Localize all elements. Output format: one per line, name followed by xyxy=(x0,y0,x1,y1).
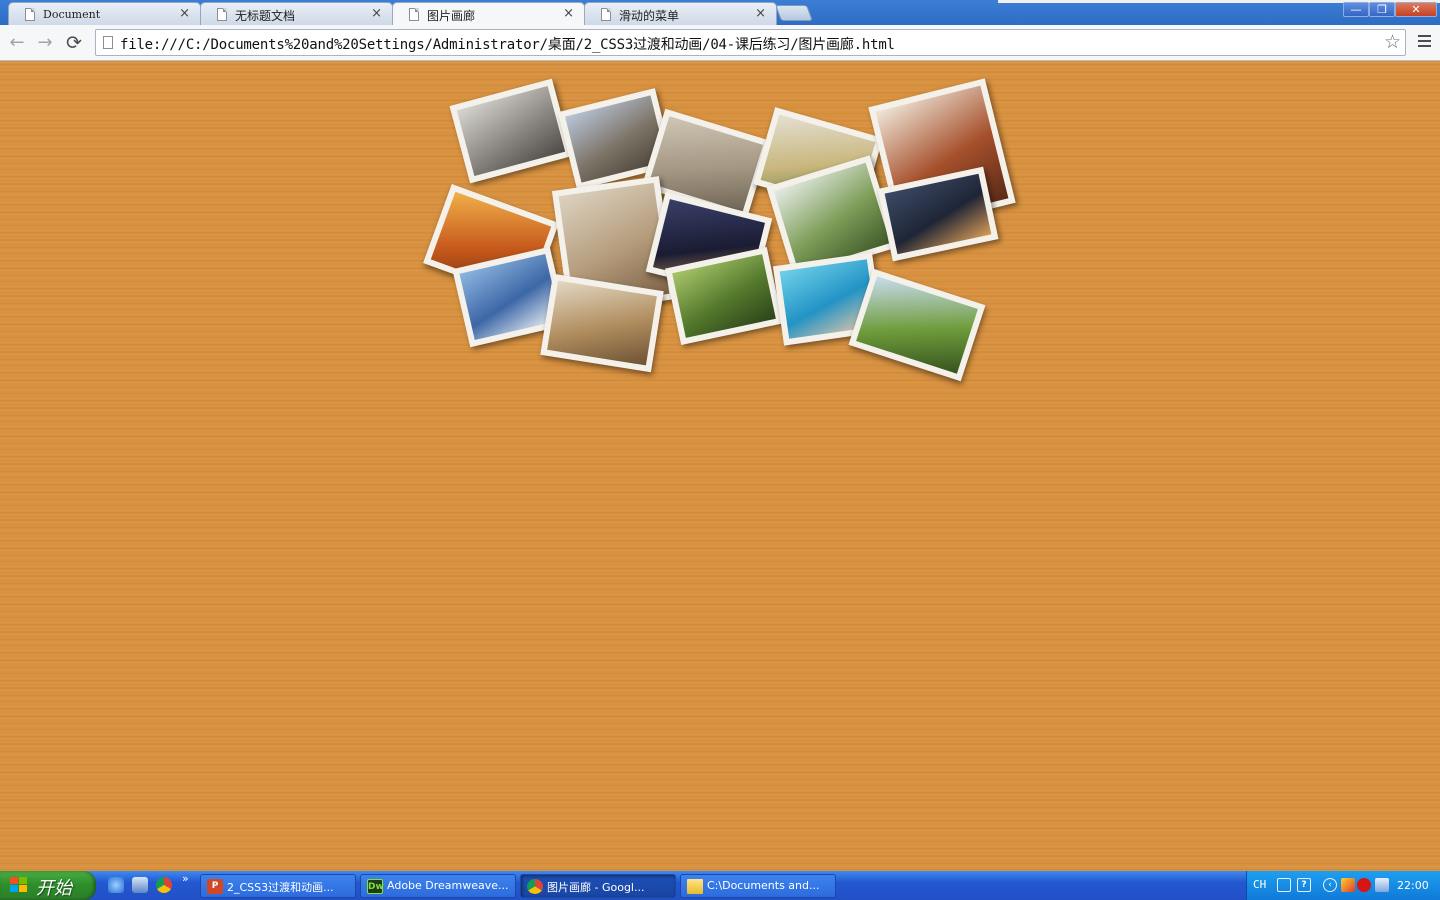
record-tray-icon[interactable] xyxy=(1357,878,1371,892)
page-icon xyxy=(217,8,227,21)
close-icon[interactable]: × xyxy=(179,6,190,21)
taskbar-item-dreamweaver[interactable]: Dw Adobe Dreamweave... xyxy=(360,874,516,898)
gallery-photo-green-meadow-hills[interactable] xyxy=(848,268,986,382)
start-label: 开始 xyxy=(36,878,72,899)
page-icon xyxy=(25,8,35,21)
chevron-left-icon[interactable]: ‹ xyxy=(1323,878,1337,892)
back-button[interactable]: ← xyxy=(7,33,27,53)
photo-gallery xyxy=(0,61,1440,461)
maximize-button[interactable]: ❐ xyxy=(1369,2,1395,17)
taskbar-item-label: 2_CSS3过渡和动画... xyxy=(227,881,334,894)
tab-label: 无标题文档 xyxy=(235,9,296,23)
photo-image xyxy=(856,276,978,374)
tab-untitled[interactable]: 无标题文档 × xyxy=(200,2,393,25)
start-button[interactable]: 开始 xyxy=(0,871,96,900)
taskbar-item-label: C:\Documents and... xyxy=(707,879,820,892)
new-tab-button[interactable] xyxy=(775,5,813,21)
windows-logo-icon xyxy=(10,877,28,894)
close-window-button[interactable]: ✕ xyxy=(1395,2,1437,17)
taskbar-item-chrome[interactable]: 图片画廊 - Googl... xyxy=(520,874,676,898)
address-url[interactable]: file:///C:/Documents%20and%20Settings/Ad… xyxy=(120,34,895,54)
forward-button[interactable]: → xyxy=(35,33,55,53)
tab-document[interactable]: Document × xyxy=(8,2,201,25)
tab-strip: Document × 无标题文档 × 图片画廊 × 滑动的菜单 × — ❐ ✕ xyxy=(0,0,1440,25)
page-icon xyxy=(601,8,611,21)
photo-image xyxy=(547,280,657,366)
photo-image xyxy=(773,162,891,272)
page-icon xyxy=(103,36,113,49)
reload-button[interactable]: ⟳ xyxy=(64,33,84,53)
desktop-quick-launch-icon[interactable] xyxy=(132,877,148,893)
close-icon[interactable]: × xyxy=(371,6,382,21)
folder-icon xyxy=(687,879,703,894)
photo-image xyxy=(456,85,566,177)
page-icon xyxy=(409,8,419,21)
tab-label: 滑动的菜单 xyxy=(619,9,680,23)
taskbar-item-label: Adobe Dreamweave... xyxy=(387,879,509,892)
taskbar-item-powerpoint[interactable]: P 2_CSS3过渡和动画... xyxy=(200,874,356,898)
gallery-photo-colosseum[interactable] xyxy=(540,273,664,373)
browser-toolbar: ← → ⟳ file:///C:/Documents%20and%20Setti… xyxy=(0,25,1440,61)
gallery-photo-misty-mountain-coast[interactable] xyxy=(449,78,573,184)
tab-label: 图片画廊 xyxy=(427,9,476,23)
help-icon[interactable]: ? xyxy=(1297,878,1311,892)
taskbar-item-explorer[interactable]: C:\Documents and... xyxy=(680,874,836,898)
minimize-button[interactable]: — xyxy=(1343,2,1369,17)
tab-sliding-menu[interactable]: 滑动的菜单 × xyxy=(584,2,777,25)
chrome-icon xyxy=(527,879,543,894)
network-icon[interactable] xyxy=(1375,878,1389,892)
tab-gallery[interactable]: 图片画廊 × xyxy=(392,2,585,25)
keyboard-icon[interactable] xyxy=(1277,878,1291,892)
tab-label: Document xyxy=(43,8,101,21)
page-content xyxy=(0,61,1440,871)
app-tray-icon[interactable] xyxy=(1341,878,1355,892)
close-icon[interactable]: × xyxy=(563,6,574,21)
close-icon[interactable]: × xyxy=(755,6,766,21)
windows-taskbar: 开始 » P 2_CSS3过渡和动画... Dw Adobe Dreamweav… xyxy=(0,871,1440,900)
powerpoint-icon: P xyxy=(207,879,223,894)
system-tray: CH ? ‹ 22:00 xyxy=(1246,871,1440,900)
taskbar-item-label: 图片画廊 - Googl... xyxy=(547,881,645,894)
language-indicator[interactable]: CH xyxy=(1253,878,1266,891)
clock: 22:00 xyxy=(1397,879,1429,892)
photo-image xyxy=(672,254,776,338)
menu-icon[interactable] xyxy=(1414,32,1434,52)
ie-quick-launch-icon[interactable] xyxy=(108,877,124,893)
chrome-quick-launch-icon[interactable] xyxy=(156,877,172,893)
photo-image xyxy=(884,173,992,255)
address-bar[interactable]: file:///C:/Documents%20and%20Settings/Ad… xyxy=(95,29,1406,56)
bookmark-star-icon[interactable]: ☆ xyxy=(1384,31,1401,53)
dreamweaver-icon: Dw xyxy=(367,879,384,894)
quick-launch-more[interactable]: » xyxy=(182,872,189,885)
